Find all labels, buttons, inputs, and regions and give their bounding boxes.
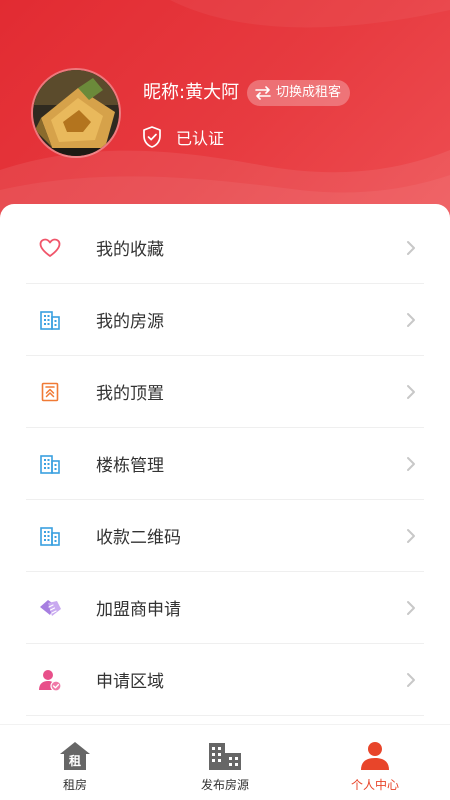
buildings-icon xyxy=(207,738,243,774)
switch-to-tenant-button[interactable]: 切换成租客 xyxy=(247,80,351,106)
switch-button-label: 切换成租客 xyxy=(276,85,342,100)
tab-personal-center[interactable]: 个人中心 xyxy=(300,725,450,800)
chevron-right-icon xyxy=(407,672,415,687)
handshake-icon xyxy=(38,596,62,620)
menu-item-payment-qrcode[interactable]: 收款二维码 xyxy=(26,500,424,572)
menu-item-label: 我的收藏 xyxy=(96,240,164,260)
svg-text:租: 租 xyxy=(69,754,81,768)
menu-item-favorites[interactable]: 我的收藏 xyxy=(26,212,424,284)
person-icon xyxy=(357,738,393,774)
building-icon xyxy=(38,452,62,476)
shield-check-icon xyxy=(141,125,163,149)
building-icon xyxy=(38,308,62,332)
chevron-right-icon xyxy=(407,528,415,543)
verified-status: 已认证 xyxy=(141,124,224,150)
avatar-image xyxy=(33,70,119,156)
menu-item-label: 收款二维码 xyxy=(96,528,181,548)
chevron-right-icon xyxy=(407,312,415,327)
heart-icon xyxy=(38,236,62,260)
bottom-tab-bar: 租 租房 发布房源 个人中心 xyxy=(0,724,450,800)
tab-label: 个人中心 xyxy=(350,778,399,792)
avatar[interactable] xyxy=(31,68,121,158)
house-rent-icon: 租 xyxy=(57,738,93,774)
menu-item-my-pinned[interactable]: 我的顶置 xyxy=(26,356,424,428)
switch-arrows-icon xyxy=(254,86,272,100)
verified-label: 已认证 xyxy=(176,129,225,148)
menu-item-apply-region[interactable]: 申请区域 xyxy=(26,644,424,716)
tab-publish-listing[interactable]: 发布房源 xyxy=(150,725,300,800)
tab-rent[interactable]: 租 租房 xyxy=(0,725,150,800)
tab-label: 发布房源 xyxy=(200,778,249,792)
building-icon xyxy=(38,524,62,548)
menu-item-building-management[interactable]: 楼栋管理 xyxy=(26,428,424,500)
menu-item-label: 我的顶置 xyxy=(96,384,164,404)
tab-label: 租房 xyxy=(62,778,87,792)
menu-item-label: 楼栋管理 xyxy=(96,456,164,476)
menu-item-label: 加盟商申请 xyxy=(96,600,181,620)
chevron-right-icon xyxy=(407,240,415,255)
profile-header: 昵称:黄大阿 切换成租客 已认证 xyxy=(0,0,450,230)
chevron-right-icon xyxy=(407,600,415,615)
user-check-icon xyxy=(38,668,62,692)
menu-item-my-listings[interactable]: 我的房源 xyxy=(26,284,424,356)
nickname-label: 昵称:黄大阿 xyxy=(143,82,240,103)
pin-top-icon xyxy=(38,380,62,404)
chevron-right-icon xyxy=(407,384,415,399)
chevron-right-icon xyxy=(407,456,415,471)
menu-card: 我的收藏 我的房源 我的顶置 楼栋管理 收款二维码 加盟商申请 申请区域 xyxy=(0,204,450,724)
menu-item-label: 申请区域 xyxy=(96,672,164,692)
menu-item-label: 我的房源 xyxy=(96,312,164,332)
menu-item-franchise-application[interactable]: 加盟商申请 xyxy=(26,572,424,644)
